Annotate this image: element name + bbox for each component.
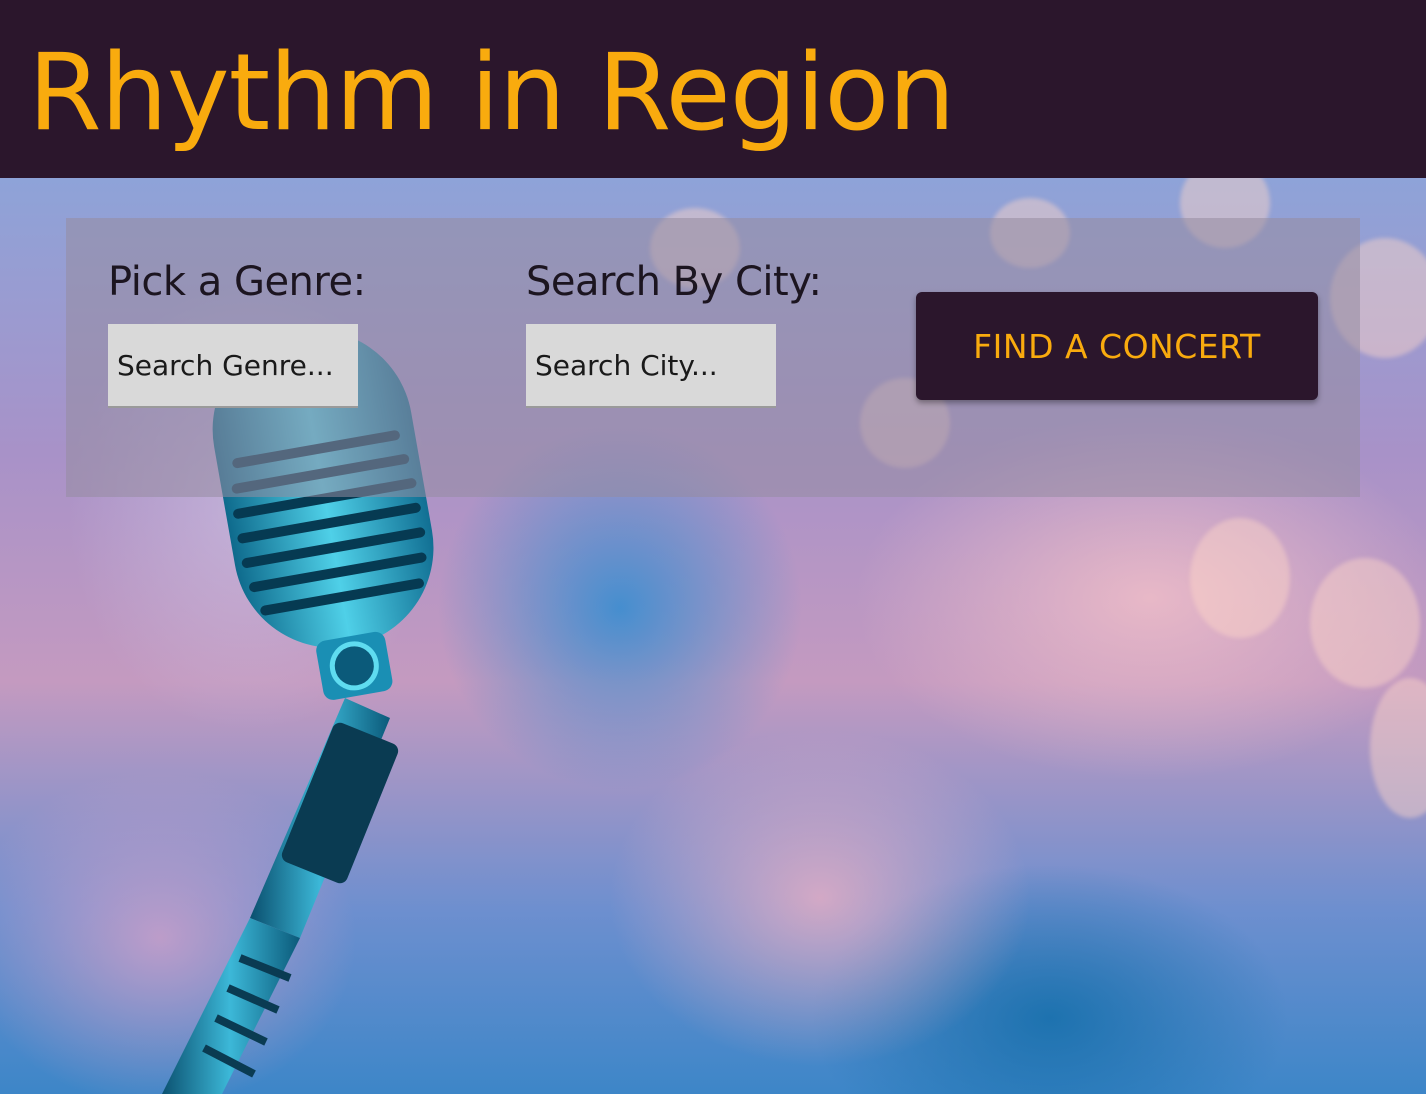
genre-label: Pick a Genre: [108,259,366,305]
genre-search-input[interactable] [108,324,358,408]
bokeh-light [1370,678,1426,818]
site-header: Rhythm in Region [0,0,1426,178]
city-search-input[interactable] [526,324,776,408]
city-label: Search By City: [526,259,822,305]
site-title: Rhythm in Region [28,31,955,154]
bokeh-light [1190,518,1290,638]
find-concert-button[interactable]: FIND A CONCERT [916,292,1318,400]
page: Rhythm in Region Pick a Genre: Search Ge… [0,0,1426,1094]
bokeh-light [1310,558,1420,688]
